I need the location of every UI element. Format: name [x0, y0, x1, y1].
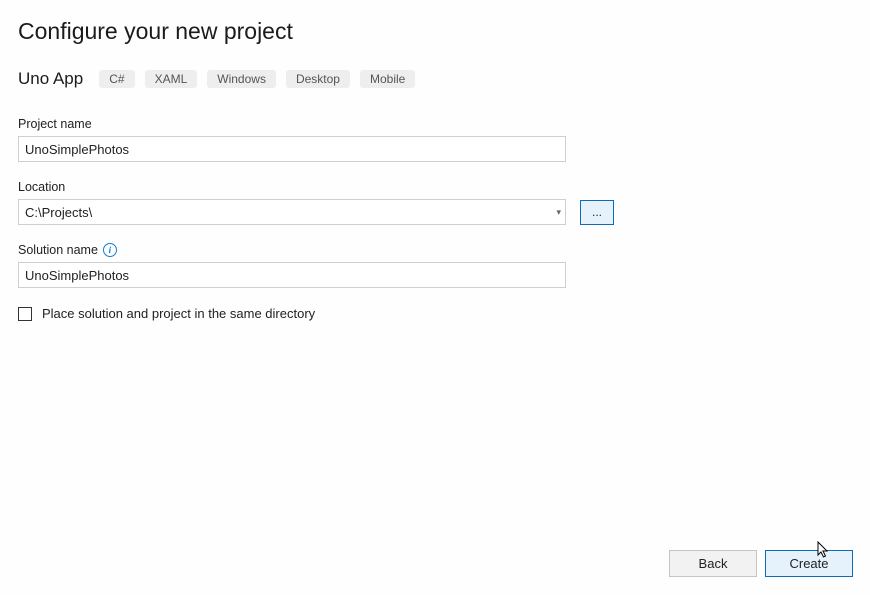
footer-buttons: Back Create: [669, 550, 853, 577]
location-combo[interactable]: C:\Projects\ ▾: [18, 199, 566, 225]
project-name-label: Project name: [18, 117, 852, 131]
page-title: Configure your new project: [18, 18, 852, 45]
same-directory-label: Place solution and project in the same d…: [42, 306, 315, 321]
location-value: C:\Projects\: [25, 205, 92, 220]
tag-mobile: Mobile: [360, 70, 415, 88]
back-button[interactable]: Back: [669, 550, 757, 577]
create-button[interactable]: Create: [765, 550, 853, 577]
browse-button[interactable]: ...: [580, 200, 614, 225]
location-label: Location: [18, 180, 852, 194]
solution-name-input[interactable]: [18, 262, 566, 288]
info-icon[interactable]: i: [103, 243, 117, 257]
project-name-group: Project name: [18, 117, 852, 162]
tag-desktop: Desktop: [286, 70, 350, 88]
same-directory-row: Place solution and project in the same d…: [18, 306, 852, 321]
chevron-down-icon: ▾: [556, 207, 561, 218]
location-group: Location C:\Projects\ ▾ ...: [18, 180, 852, 225]
solution-name-label: Solution name: [18, 243, 98, 257]
tag-windows: Windows: [207, 70, 276, 88]
same-directory-checkbox[interactable]: [18, 307, 32, 321]
template-info-row: Uno App C# XAML Windows Desktop Mobile: [18, 69, 852, 89]
solution-name-group: Solution name i: [18, 243, 852, 288]
tag-xaml: XAML: [145, 70, 198, 88]
project-name-input[interactable]: [18, 136, 566, 162]
tag-csharp: C#: [99, 70, 134, 88]
template-name: Uno App: [18, 69, 83, 89]
